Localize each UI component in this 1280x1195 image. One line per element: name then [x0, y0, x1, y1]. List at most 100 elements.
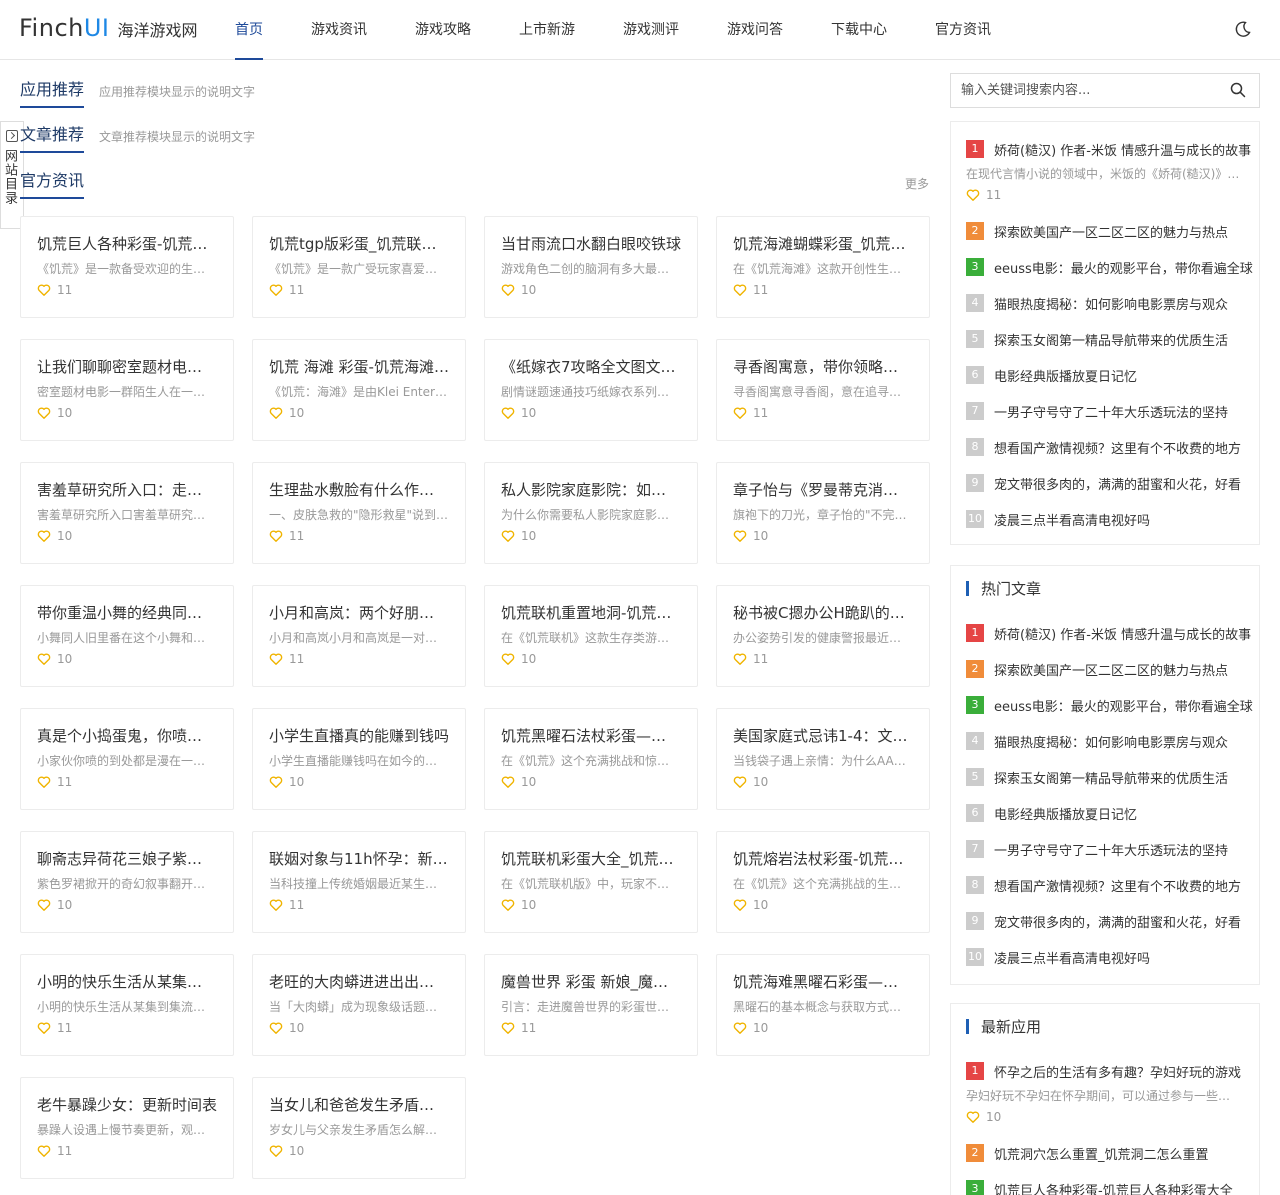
more-link[interactable]: 更多: [905, 175, 929, 192]
article-card[interactable]: 美国家庭式忌讳1-4：文化差异当钱袋子遇上亲情：为什么AA制在美国 10: [716, 708, 930, 810]
card-title[interactable]: 老旺的大肉蟒进进出出的故事: [269, 971, 449, 993]
heart-icon[interactable]: [269, 652, 283, 666]
heart-icon[interactable]: [269, 1021, 283, 1035]
card-title[interactable]: 魔兽世界 彩蛋 新娘_魔兽彩蛋: [501, 971, 681, 993]
rank-item[interactable]: 3 eeuss电影：最火的观影平台，带你看遍全球: [966, 695, 1256, 715]
heart-icon[interactable]: [269, 898, 283, 912]
heart-icon[interactable]: [733, 652, 747, 666]
article-card[interactable]: 饥荒 海滩 彩蛋-饥荒海滩彩蛋《饥荒：海滩》是由Klei Entertainme…: [252, 339, 466, 441]
article-card[interactable]: 当甘雨流口水翻白眼咬铁球游戏角色二创的脑洞有多大最近引发热议 10: [484, 216, 698, 318]
heart-icon[interactable]: [733, 283, 747, 297]
card-title[interactable]: 联姻对象与11h怀孕：新闻解读: [269, 848, 449, 870]
rank-title[interactable]: 探索玉女阁第一精品导航带来的优质生活: [994, 768, 1256, 787]
card-title[interactable]: 章子怡与《罗曼蒂克消亡史》: [733, 479, 913, 501]
heart-icon[interactable]: [37, 283, 51, 297]
heart-icon[interactable]: [501, 283, 515, 297]
article-card[interactable]: 联姻对象与11h怀孕：新闻解读当科技撞上传统婚姻最近某生物实验室 11: [252, 831, 466, 933]
heart-icon[interactable]: [37, 529, 51, 543]
card-title[interactable]: 寻香阁寓意，带你领略寻香之旅: [733, 356, 913, 378]
rank-title[interactable]: 一男子守号守了二十年大乐透玩法的坚持: [994, 402, 1256, 421]
rank-item[interactable]: 1 娇荷(糙汉) 作者-米饭 情感升温与成长的故事: [966, 623, 1256, 643]
card-title[interactable]: 秘书被C摁办公H跪趴的健康警报: [733, 602, 913, 624]
article-card[interactable]: 饥荒海滩蝴蝶彩蛋_饥荒海滩彩蛋在《饥荒海滩》这款开创性生存游戏中 11: [716, 216, 930, 318]
heart-icon[interactable]: [37, 406, 51, 420]
article-card[interactable]: 饥荒巨人各种彩蛋-饥荒巨人各种彩蛋《饥荒》是一款备受欢迎的生存冒险游戏 11: [20, 216, 234, 318]
article-card[interactable]: 饥荒联机重置地洞-饥荒联机版地洞重置在《饥荒联机》这款生存类游戏中玩家 10: [484, 585, 698, 687]
rank-item[interactable]: 2 饥荒洞穴怎么重置_饥荒洞二怎么重置: [966, 1143, 1256, 1163]
article-card[interactable]: 饥荒海难黑曜石彩蛋—饥荒彩蛋黑曜石的基本概念与获取方式在饥荒海难 10: [716, 954, 930, 1056]
rank-title[interactable]: eeuss电影：最火的观影平台，带你看遍全球: [994, 696, 1256, 715]
rank-item[interactable]: 4 猫眼热度揭秘：如何影响电影票房与观众: [966, 293, 1256, 313]
heart-icon[interactable]: [37, 775, 51, 789]
rank-item[interactable]: 2 探索欧美国产一区二区二区的魅力与热点: [966, 221, 1256, 241]
card-title[interactable]: 老牛暴躁少女：更新时间表: [37, 1094, 217, 1116]
article-card[interactable]: 饥荒黑曜石法杖彩蛋—饥荒彩蛋在《饥荒》这个充满挑战和惊喜的世界 10: [484, 708, 698, 810]
article-card[interactable]: 私人影院家庭影院：如何打造专属空间为什么你需要私人影院家庭影院在快节奏 10: [484, 462, 698, 564]
heart-icon[interactable]: [966, 188, 980, 202]
heart-icon[interactable]: [269, 775, 283, 789]
rank-item[interactable]: 4 猫眼热度揭秘：如何影响电影票房与观众: [966, 731, 1256, 751]
heart-icon[interactable]: [733, 406, 747, 420]
nav-item-home[interactable]: 首页: [218, 0, 280, 60]
rank-item[interactable]: 1 娇荷(糙汉) 作者-米饭 情感升温与成长的故事: [966, 139, 1256, 159]
nav-item-game-guides[interactable]: 游戏攻略: [398, 0, 488, 60]
article-card[interactable]: 小明的快乐生活从某集到某集小明的快乐生活从某集到集流《小明》 11: [20, 954, 234, 1056]
article-card[interactable]: 当女儿和爸爸发生矛盾怎么办岁女儿与父亲发生矛盾怎么解决家庭教育 10: [252, 1077, 466, 1179]
article-card[interactable]: 《纸嫁衣7攻略全文图文攻略》剧情谜题速通技巧纸嫁衣系列最新作品 10: [484, 339, 698, 441]
article-card[interactable]: 寻香阁寓意，带你领略寻香之旅寻香阁寓意寻香阁，意在追寻生活中的美好 11: [716, 339, 930, 441]
card-title[interactable]: 聊斋志异荷花三娘子紫色罗裙: [37, 848, 217, 870]
rank-title[interactable]: 猫眼热度揭秘：如何影响电影票房与观众: [994, 732, 1256, 751]
card-title[interactable]: 《纸嫁衣7攻略全文图文攻略》: [501, 356, 681, 378]
rank-item[interactable]: 8 想看国产激情视频？这里有个不收费的地方: [966, 437, 1256, 457]
section-title[interactable]: 官方资讯: [20, 167, 85, 199]
site-logo[interactable]: Finch UI 海洋游戏网: [19, 14, 198, 46]
card-title[interactable]: 饥荒黑曜石法杖彩蛋—饥荒彩蛋: [501, 725, 681, 747]
card-title[interactable]: 饥荒巨人各种彩蛋-饥荒巨人各种彩蛋: [37, 233, 217, 255]
heart-icon[interactable]: [269, 529, 283, 543]
rank-item[interactable]: 9 宠文带很多肉的，满满的甜蜜和火花，好看: [966, 911, 1256, 931]
rank-title[interactable]: eeuss电影：最火的观影平台，带你看遍全球: [994, 258, 1256, 277]
article-card[interactable]: 章子怡与《罗曼蒂克消亡史》旗袍下的刀光，章子怡的"不完美"演绎 10: [716, 462, 930, 564]
article-card[interactable]: 害羞草研究所入口：走进神秘的植物世界害羞草研究所入口害羞草研究所是一个 10: [20, 462, 234, 564]
rank-item[interactable]: 2 探索欧美国产一区二区二区的魅力与热点: [966, 659, 1256, 679]
card-title[interactable]: 饥荒tgp版彩蛋_饥荒联机版彩蛋: [269, 233, 449, 255]
card-title[interactable]: 小明的快乐生活从某集到某集: [37, 971, 217, 993]
rank-item[interactable]: 7 一男子守号守了二十年大乐透玩法的坚持: [966, 839, 1256, 859]
rank-title[interactable]: 宠文带很多肉的，满满的甜蜜和火花，好看: [994, 912, 1256, 931]
article-card[interactable]: 秘书被C摁办公H跪趴的健康警报办公姿势引发的健康警报最近某公司 11: [716, 585, 930, 687]
rank-title[interactable]: 凌晨三点半看高清电视好吗: [994, 948, 1256, 967]
section-title[interactable]: 文章推荐: [20, 121, 85, 153]
rank-title[interactable]: 宠文带很多肉的，满满的甜蜜和火花，好看: [994, 474, 1256, 493]
article-card[interactable]: 带你重温小舞的经典同人作品小舞同人旧里番在这个小舞和她的故事里 10: [20, 585, 234, 687]
card-title[interactable]: 饥荒联机彩蛋大全_饥荒联机版彩蛋: [501, 848, 681, 870]
card-title[interactable]: 当甘雨流口水翻白眼咬铁球: [501, 233, 681, 255]
heart-icon[interactable]: [501, 529, 515, 543]
search-icon[interactable]: [1230, 82, 1246, 98]
rank-item[interactable]: 9 宠文带很多肉的，满满的甜蜜和火花，好看: [966, 473, 1256, 493]
article-card[interactable]: 老牛暴躁少女：更新时间表暴躁人设遇上慢节奏更新，观众们炸了锅 11: [20, 1077, 234, 1179]
heart-icon[interactable]: [269, 283, 283, 297]
heart-icon[interactable]: [733, 529, 747, 543]
nav-item-qa[interactable]: 游戏问答: [710, 0, 800, 60]
card-title[interactable]: 私人影院家庭影院：如何打造专属空间: [501, 479, 681, 501]
rank-item[interactable]: 10 凌晨三点半看高清电视好吗: [966, 947, 1256, 967]
card-title[interactable]: 小月和高岚：两个好朋友的故事: [269, 602, 449, 624]
rank-title[interactable]: 想看国产激情视频？这里有个不收费的地方: [994, 438, 1256, 457]
card-title[interactable]: 饥荒 海滩 彩蛋-饥荒海滩彩蛋: [269, 356, 449, 378]
heart-icon[interactable]: [966, 1110, 980, 1124]
heart-icon[interactable]: [269, 406, 283, 420]
section-title[interactable]: 应用推荐: [20, 76, 85, 108]
card-title[interactable]: 当女儿和爸爸发生矛盾怎么办: [269, 1094, 449, 1116]
rank-item[interactable]: 7 一男子守号守了二十年大乐透玩法的坚持: [966, 401, 1256, 421]
heart-icon[interactable]: [733, 898, 747, 912]
rank-item[interactable]: 10 凌晨三点半看高清电视好吗: [966, 509, 1256, 529]
rank-title[interactable]: 电影经典版播放夏日记忆: [994, 366, 1256, 385]
article-card[interactable]: 饥荒tgp版彩蛋_饥荒联机版彩蛋《饥荒》是一款广受玩家喜爱的生存游戏 11: [252, 216, 466, 318]
heart-icon[interactable]: [269, 1144, 283, 1158]
article-card[interactable]: 魔兽世界 彩蛋 新娘_魔兽彩蛋引言：走进魔兽世界的彩蛋世界魔兽世界 11: [484, 954, 698, 1056]
card-title[interactable]: 害羞草研究所入口：走进神秘的植物世界: [37, 479, 217, 501]
rank-title[interactable]: 探索玉女阁第一精品导航带来的优质生活: [994, 330, 1256, 349]
article-card[interactable]: 真是个小捣蛋鬼，你喷的到处都是小家伙你喷的到处都是漫在一个阳光明媚 11: [20, 708, 234, 810]
rank-title[interactable]: 一男子守号守了二十年大乐透玩法的坚持: [994, 840, 1256, 859]
rank-title[interactable]: 怀孕之后的生活有多有趣？孕妇好玩的游戏: [994, 1062, 1256, 1081]
